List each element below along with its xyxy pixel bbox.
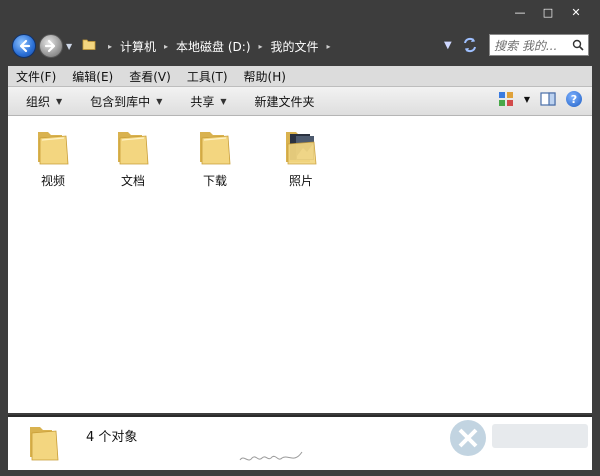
back-arrow-icon [19,39,31,53]
breadcrumb-local-disk[interactable]: 本地磁盘 (D:) [176,38,250,55]
search-placeholder: 搜索 我的... [494,38,558,53]
breadcrumb-separator[interactable]: ▸ [108,42,112,51]
preview-pane-icon[interactable] [540,91,556,107]
file-name: 视频 [40,174,65,188]
maximize-button[interactable]: □ [534,4,562,20]
organize-button[interactable]: 组织 ▼ [26,93,62,110]
folder-icon [30,427,59,461]
chevron-down-icon: ▼ [156,96,163,106]
folder-item-photos[interactable]: 照片 [266,126,336,189]
file-name: 照片 [288,174,313,188]
back-button[interactable] [12,34,36,58]
view-options-chevron-down-icon[interactable]: ▼ [524,95,530,104]
search-icon[interactable] [572,39,584,51]
explorer-window: — □ ✕ ▼ ▸ 计算机 ▸ 本地磁盘 (D:) ▸ 我的文件 ▸ ▼ 搜索 … [0,0,600,476]
item-count: 4 个对象 [86,430,138,445]
new-folder-label: 新建文件夹 [254,94,315,109]
history-dropdown-button[interactable]: ▼ [66,42,72,51]
file-name: 文档 [120,174,145,188]
change-view-icon[interactable] [498,91,514,107]
menu-tools[interactable]: 工具(T) [179,68,236,85]
address-folder-icon [82,39,96,50]
include-library-label: 包含到库中 [90,94,151,109]
folder-icon [118,132,149,165]
share-button[interactable]: 共享 ▼ [190,93,226,110]
organize-label: 组织 [26,94,51,109]
folder-item-videos[interactable]: 视频 [18,126,88,189]
breadcrumb-separator[interactable]: ▸ [327,42,331,51]
caption-buttons: — □ ✕ [506,4,590,20]
view-controls: ▼ ? [498,91,582,107]
search-input[interactable]: 搜索 我的... [489,34,589,56]
breadcrumb-separator[interactable]: ▸ [259,42,263,51]
menu-bar: 文件(F) 编辑(E) 查看(V) 工具(T) 帮助(H) [8,66,592,87]
help-icon[interactable]: ? [566,91,582,107]
folder-with-photos-icon [286,132,317,165]
breadcrumb: ▸ 计算机 ▸ 本地磁盘 (D:) ▸ 我的文件 ▸ [100,36,339,56]
new-folder-button[interactable]: 新建文件夹 [255,93,315,110]
breadcrumb-computer[interactable]: 计算机 [120,38,156,55]
breadcrumb-my-files[interactable]: 我的文件 [271,38,319,55]
chevron-down-icon: ▼ [220,96,227,106]
include-in-library-button[interactable]: 包含到库中 ▼ [90,93,162,110]
menu-file[interactable]: 文件(F) [8,68,64,85]
menu-view[interactable]: 查看(V) [121,68,179,85]
refresh-icon[interactable] [461,36,479,54]
menu-help[interactable]: 帮助(H) [236,68,294,85]
share-label: 共享 [190,94,215,109]
folder-icon [38,132,69,165]
folder-item-documents[interactable]: 文档 [98,126,168,189]
file-list: 视频 文档 下载 照片 [8,116,592,413]
breadcrumb-separator[interactable]: ▸ [164,42,168,51]
chevron-down-icon: ▼ [56,96,63,106]
folder-icon [200,132,231,165]
forward-button[interactable] [39,34,63,58]
minimize-button[interactable]: — [506,4,534,20]
close-button[interactable]: ✕ [562,4,590,20]
address-dropdown-button[interactable]: ▼ [444,40,452,51]
signature-graphic [239,451,303,461]
menu-edit[interactable]: 编辑(E) [64,68,121,85]
watermark-logo [450,420,588,456]
file-name: 下载 [202,174,227,188]
folder-item-downloads[interactable]: 下载 [180,126,250,189]
forward-arrow-icon [44,39,56,53]
command-bar: 组织 ▼ 包含到库中 ▼ 共享 ▼ 新建文件夹 ▼ ? [8,87,592,116]
